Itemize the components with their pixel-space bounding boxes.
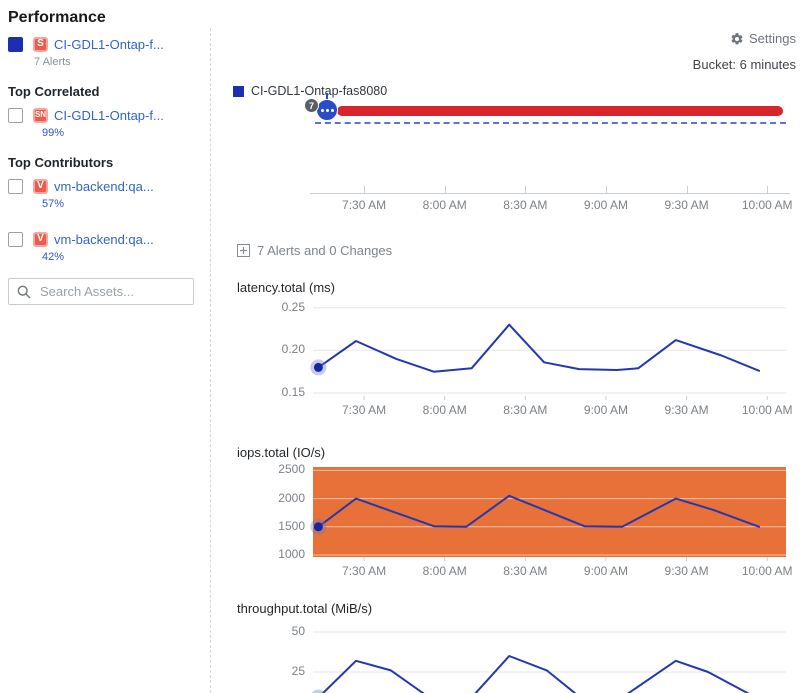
x-axis-tick-label: 10:00 AM: [727, 403, 807, 417]
dot-icon: [321, 109, 324, 112]
x-axis-tick-label: 10:00 AM: [727, 564, 807, 578]
correlation-percent: 99%: [42, 126, 205, 140]
axis-tick: [606, 186, 607, 193]
alerts-changes-label: 7 Alerts and 0 Changes: [257, 243, 392, 258]
contribution-percent: 57%: [42, 197, 205, 211]
contribution-percent: 42%: [42, 250, 205, 264]
y-axis-tick-label: 2000: [235, 491, 305, 505]
axis-tick: [687, 186, 688, 193]
storage-badge: S: [33, 37, 48, 52]
panel-divider: [210, 28, 211, 693]
vm-badge: V: [33, 232, 48, 247]
top-correlated-heading: Top Correlated: [8, 84, 205, 100]
settings-label: Settings: [749, 31, 796, 46]
alert-duration-bar[interactable]: [337, 106, 783, 116]
contributor-asset-link[interactable]: vm-backend:qa...: [54, 179, 154, 194]
alert-count-label: 7 Alerts: [34, 55, 205, 69]
x-axis-tick-label: 8:30 AM: [485, 403, 565, 417]
axis-tick-label: 8:30 AM: [485, 198, 565, 212]
dot-icon: [326, 109, 329, 112]
chart-throughput: throughput.total (MiB/s) 50257:30 AM8:00…: [225, 596, 812, 693]
legend-swatch: [233, 86, 244, 97]
x-axis-tick-label: 9:30 AM: [647, 564, 727, 578]
axis-tick: [525, 186, 526, 193]
axis-tick: [364, 186, 365, 193]
y-axis-tick-label: 2500: [235, 462, 305, 476]
storage-node-badge: SN: [33, 108, 48, 123]
y-axis-tick-label: 1000: [235, 547, 305, 561]
axis-tick-label: 9:30 AM: [647, 198, 727, 212]
plot-svg: [313, 300, 786, 396]
plot-svg: [313, 467, 786, 557]
bucket-label: Bucket: 6 minutes: [693, 57, 796, 72]
axis-tick-label: 10:00 AM: [727, 198, 807, 212]
y-axis-tick-label: 25: [235, 664, 305, 678]
chart-title: throughput.total (MiB/s): [237, 601, 372, 616]
top-contributors-heading: Top Contributors: [8, 155, 205, 171]
y-axis-tick-label: 0.25: [235, 300, 305, 314]
x-axis-tick-label: 7:30 AM: [324, 564, 404, 578]
y-axis-tick-label: 0.15: [235, 385, 305, 399]
search-icon: [17, 285, 31, 299]
axis-tick-label: 9:00 AM: [566, 198, 646, 212]
expand-plus-icon: [237, 244, 250, 257]
chart-title: iops.total (IO/s): [237, 445, 325, 460]
contributor-asset-row: V vm-backend:qa...: [8, 229, 205, 249]
expected-range-line: [315, 122, 786, 124]
contributor-checkbox[interactable]: [8, 232, 23, 247]
axis-tick: [445, 186, 446, 193]
x-axis-tick-label: 8:00 AM: [405, 403, 485, 417]
axis-tick-label: 8:00 AM: [405, 198, 485, 212]
y-axis-tick-label: 0.20: [235, 342, 305, 356]
dot-icon: [331, 109, 334, 112]
search-assets-input[interactable]: [38, 283, 178, 300]
time-axis-line: [310, 193, 790, 194]
contributor-asset-link[interactable]: vm-backend:qa...: [54, 232, 154, 247]
alert-timeline-chart: CI-GDL1-Ontap-fas8080 7 7:30 AM8:00 AM8:…: [225, 80, 812, 220]
alert-cluster-button[interactable]: [316, 99, 338, 121]
timeline-legend: CI-GDL1-Ontap-fas8080: [233, 84, 387, 98]
primary-asset-link[interactable]: CI-GDL1-Ontap-f...: [54, 37, 164, 52]
correlated-asset-link[interactable]: CI-GDL1-Ontap-f...: [54, 108, 164, 123]
chart-iops: iops.total (IO/s) 2500 2000 1500 1000 7:30 A…: [225, 440, 812, 605]
x-axis-tick-label: 8:30 AM: [485, 564, 565, 578]
primary-asset-row: S CI-GDL1-Ontap-f...: [8, 34, 205, 54]
chart-plot-area[interactable]: [313, 300, 786, 396]
correlated-checkbox[interactable]: [8, 108, 23, 123]
chart-title: latency.total (ms): [237, 280, 335, 295]
contributor-checkbox[interactable]: [8, 179, 23, 194]
alerts-changes-toggle[interactable]: 7 Alerts and 0 Changes: [237, 243, 392, 258]
chart-latency: latency.total (ms) 0.250.200.157:30 AM8:…: [225, 275, 812, 440]
chart-plot-area[interactable]: [313, 622, 786, 693]
y-axis-tick-label: 50: [235, 624, 305, 638]
alert-count-badge[interactable]: 7: [304, 98, 319, 113]
contributor-asset-row: V vm-backend:qa...: [8, 176, 205, 196]
axis-tick: [767, 186, 768, 193]
x-axis-tick-label: 8:00 AM: [405, 564, 485, 578]
correlation-sidebar: Performance S CI-GDL1-Ontap-f... 7 Alert…: [0, 0, 205, 305]
chart-plot-area[interactable]: [313, 467, 786, 557]
correlated-asset-row: SN CI-GDL1-Ontap-f...: [8, 105, 205, 125]
vm-badge: V: [33, 179, 48, 194]
page-title: Performance: [8, 8, 205, 28]
legend-label: CI-GDL1-Ontap-fas8080: [251, 84, 387, 98]
gear-icon: [730, 32, 744, 46]
x-axis-tick-label: 7:30 AM: [324, 403, 404, 417]
plot-svg: [313, 622, 786, 693]
search-assets-box[interactable]: [8, 278, 194, 305]
axis-tick-label: 7:30 AM: [324, 198, 404, 212]
y-axis-tick-label: 1500: [235, 519, 305, 533]
x-axis-tick-label: 9:00 AM: [566, 564, 646, 578]
series-color-swatch[interactable]: [8, 37, 23, 52]
x-axis-tick-label: 9:00 AM: [566, 403, 646, 417]
x-axis-tick-label: 9:30 AM: [647, 403, 727, 417]
settings-button[interactable]: Settings: [730, 31, 796, 46]
